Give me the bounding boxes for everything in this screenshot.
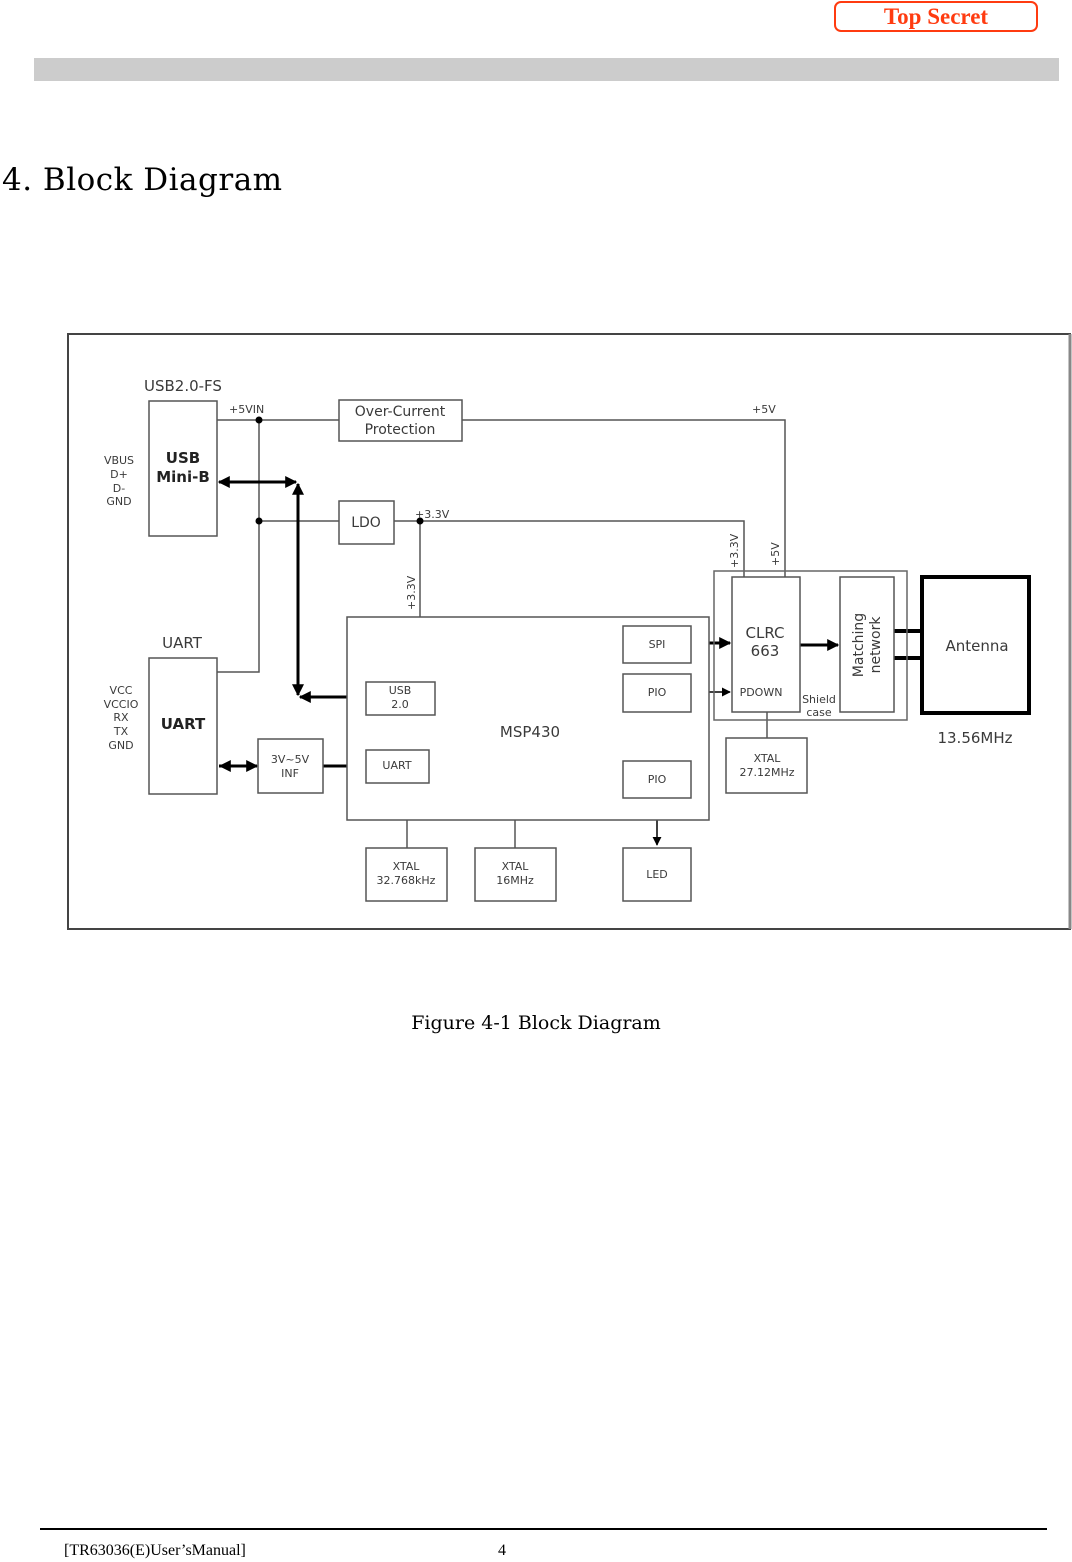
xtal-label: 16MHz bbox=[496, 874, 534, 887]
clrc-label: 663 bbox=[751, 642, 780, 660]
uart-pin-label: VCC bbox=[110, 684, 133, 697]
usb-pin-label: VBUS bbox=[104, 454, 134, 467]
usb-block-label: USB bbox=[166, 449, 200, 467]
ldo-label: LDO bbox=[351, 515, 381, 531]
mcu-pio-label: PIO bbox=[648, 773, 667, 786]
mcu-usb-label: USB bbox=[389, 684, 412, 697]
mcu-uart-label: UART bbox=[382, 759, 411, 772]
rail-3v3-clrc-label: +3.3V bbox=[728, 533, 741, 568]
usb-pin-label: D- bbox=[113, 482, 125, 495]
usb-pin-label: GND bbox=[106, 495, 131, 508]
uart-block-label: UART bbox=[161, 715, 206, 733]
rail-5v-label: +5V bbox=[752, 403, 776, 416]
level-shifter-label: 3V~5V bbox=[271, 753, 310, 766]
shield-label: case bbox=[806, 706, 832, 719]
uart-group-label: UART bbox=[162, 634, 203, 652]
junction-dot bbox=[255, 517, 263, 525]
vin-label: +5VIN bbox=[229, 403, 264, 416]
level-shifter-label: INF bbox=[281, 767, 299, 780]
usb-pin-label: D+ bbox=[110, 468, 128, 481]
xtal-label: XTAL bbox=[502, 860, 530, 873]
junction-dot bbox=[255, 416, 263, 424]
mcu-spi-label: SPI bbox=[649, 638, 666, 651]
block-diagram: USB2.0-FS USB Mini-B VBUS D+ D- GND UART… bbox=[67, 333, 1072, 930]
mcu-label: MSP430 bbox=[500, 723, 560, 741]
uart-pin-label: GND bbox=[108, 739, 133, 752]
matching-network-block bbox=[839, 576, 895, 713]
ocp-label: Over-Current bbox=[355, 404, 446, 420]
uart-pin-label: RX bbox=[113, 711, 129, 724]
led-label: LED bbox=[646, 868, 668, 881]
clrc-label: CLRC bbox=[746, 624, 785, 642]
mcu-usb-label: 2.0 bbox=[391, 698, 409, 711]
level-shifter-block bbox=[257, 738, 324, 794]
footer-divider bbox=[40, 1528, 1047, 1530]
figure-caption: Figure 4-1 Block Diagram bbox=[411, 1012, 661, 1034]
rail-5v-clrc-label: +5V bbox=[769, 542, 782, 566]
ocp-label: Protection bbox=[365, 422, 436, 438]
xtal-label: 32.768kHz bbox=[377, 874, 436, 887]
mcu-pio-label: PIO bbox=[648, 686, 667, 699]
rail-3v3-label: +3.3V bbox=[415, 508, 450, 521]
xtal-label: XTAL bbox=[393, 860, 421, 873]
shield-label: Shield bbox=[802, 693, 836, 706]
rail-3v3-mcu-label: +3.3V bbox=[405, 575, 418, 610]
matching-label: Matching bbox=[851, 613, 867, 677]
usb-group-label: USB2.0-FS bbox=[144, 377, 222, 395]
pdown-label: PDOWN bbox=[740, 686, 783, 699]
xtal-label: 27.12MHz bbox=[739, 766, 794, 779]
xtal-label: XTAL bbox=[754, 752, 782, 765]
footer-document-name: [TR63036(E)User’sManual] bbox=[64, 1542, 246, 1559]
matching-label: network bbox=[868, 616, 884, 674]
frequency-label: 13.56MHz bbox=[937, 729, 1012, 747]
antenna-label: Antenna bbox=[945, 637, 1008, 655]
uart-pin-label: TX bbox=[113, 725, 129, 738]
page-number: 4 bbox=[498, 1542, 506, 1559]
uart-pin-label: VCCIO bbox=[104, 698, 139, 711]
usb-block-label: Mini-B bbox=[156, 468, 210, 486]
